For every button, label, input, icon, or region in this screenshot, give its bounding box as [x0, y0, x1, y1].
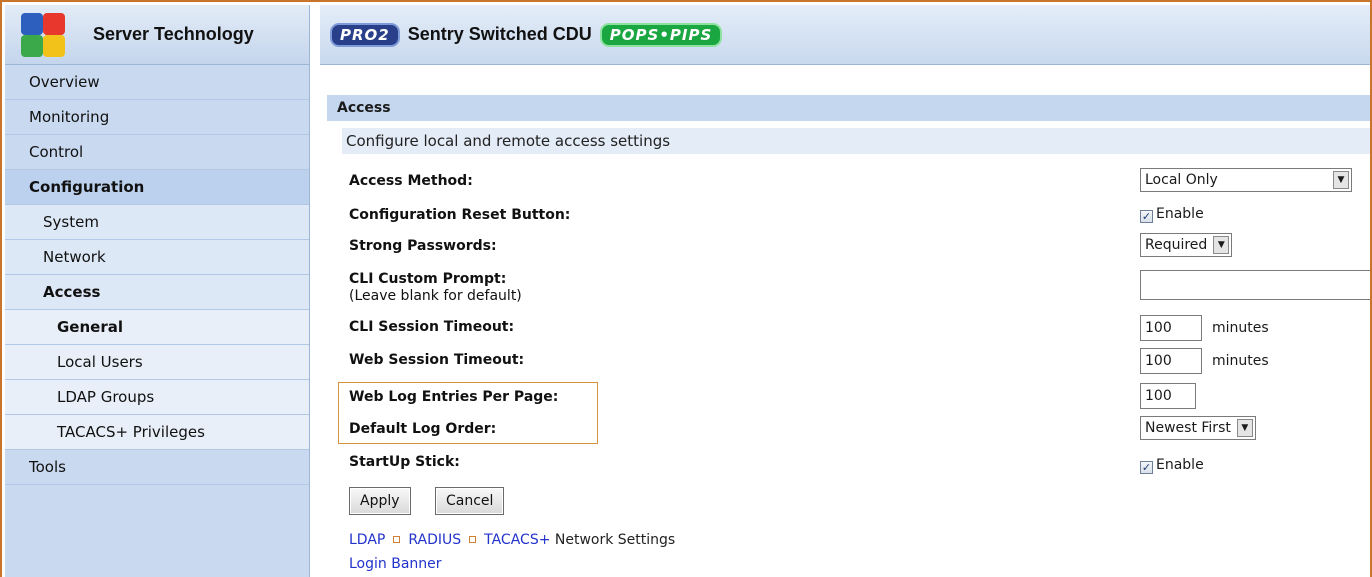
web-log-entries-input[interactable]: 100: [1140, 383, 1196, 409]
brand-header: Server Technology: [5, 5, 309, 65]
sidebar-item-local-users[interactable]: Local Users: [5, 345, 309, 380]
chevron-down-icon: ▼: [1333, 171, 1349, 189]
sidebar-item-network[interactable]: Network: [5, 240, 309, 275]
section-title: Access: [327, 95, 1370, 121]
pops-pips-badge: POPS•PIPS: [599, 22, 723, 47]
sidebar: Server Technology Overview Monitoring Co…: [5, 5, 310, 577]
sidebar-item-tools[interactable]: Tools: [5, 450, 309, 485]
separator-icon: [393, 536, 401, 543]
server-technology-logo: [21, 11, 73, 59]
cli-prompt-label: CLI Custom Prompt:: [349, 271, 507, 287]
radius-link[interactable]: RADIUS: [408, 532, 461, 548]
web-timeout-group: 100 minutes: [1140, 348, 1269, 374]
section-subtitle: Configure local and remote access settin…: [342, 128, 1370, 154]
default-log-order-select[interactable]: Newest First ▼: [1140, 416, 1256, 440]
web-timeout-input[interactable]: 100: [1140, 348, 1202, 374]
config-reset-label: Configuration Reset Button:: [349, 207, 571, 223]
sidebar-item-control[interactable]: Control: [5, 135, 309, 170]
config-reset-checkbox-group: ✓ Enable: [1140, 206, 1204, 223]
web-timeout-label: Web Session Timeout:: [349, 352, 525, 368]
cli-prompt-label-group: CLI Custom Prompt: (Leave blank for defa…: [349, 271, 522, 304]
cli-timeout-group: 100 minutes: [1140, 315, 1269, 341]
sidebar-item-tacacs-privileges[interactable]: TACACS+ Privileges: [5, 415, 309, 450]
startup-stick-checkbox-group: ✓ Enable: [1140, 457, 1204, 474]
sidebar-nav: Overview Monitoring Control Configuratio…: [5, 65, 309, 485]
apply-button[interactable]: Apply: [349, 487, 411, 515]
brand-name: Server Technology: [93, 24, 254, 44]
login-banner-link[interactable]: Login Banner: [349, 556, 442, 572]
web-timeout-unit: minutes: [1212, 353, 1269, 369]
network-settings-text: Network Settings: [550, 532, 676, 548]
cli-prompt-input[interactable]: [1140, 270, 1370, 300]
cli-timeout-label: CLI Session Timeout:: [349, 319, 515, 335]
ldap-link[interactable]: LDAP: [349, 532, 385, 548]
cli-timeout-unit: minutes: [1212, 320, 1269, 336]
config-reset-option: Enable: [1156, 206, 1204, 222]
default-log-order-value: Newest First: [1145, 420, 1231, 436]
sidebar-item-access[interactable]: Access: [5, 275, 309, 310]
config-reset-checkbox[interactable]: ✓: [1140, 210, 1153, 223]
access-method-value: Local Only: [1145, 172, 1218, 188]
startup-stick-option: Enable: [1156, 457, 1204, 473]
strong-passwords-value: Required: [1145, 237, 1208, 253]
separator-icon: [469, 536, 477, 543]
sidebar-item-general[interactable]: General: [5, 310, 309, 345]
cli-prompt-input-wrap: [1140, 270, 1370, 300]
chevron-down-icon: ▼: [1213, 236, 1230, 254]
strong-passwords-select[interactable]: Required ▼: [1140, 233, 1233, 257]
cli-prompt-hint: (Leave blank for default): [349, 288, 522, 304]
access-method-select[interactable]: Local Only ▼: [1140, 168, 1352, 192]
startup-stick-label: StartUp Stick:: [349, 454, 460, 470]
cancel-button[interactable]: Cancel: [435, 487, 505, 515]
strong-passwords-label: Strong Passwords:: [349, 238, 497, 254]
pro2-badge: PRO2: [330, 22, 400, 47]
sidebar-item-ldap-groups[interactable]: LDAP Groups: [5, 380, 309, 415]
network-settings-links: LDAP RADIUS TACACS+ Network Settings: [349, 532, 675, 548]
sidebar-item-system[interactable]: System: [5, 205, 309, 240]
startup-stick-checkbox[interactable]: ✓: [1140, 461, 1153, 474]
product-title: Sentry Switched CDU: [407, 24, 592, 44]
access-method-label: Access Method:: [349, 173, 473, 189]
product-header: PRO2 Sentry Switched CDU POPS•PIPS: [320, 5, 1370, 65]
sidebar-item-overview[interactable]: Overview: [5, 65, 309, 100]
web-log-entries-group: 100: [1140, 383, 1196, 409]
chevron-down-icon: ▼: [1236, 419, 1253, 437]
sidebar-item-configuration[interactable]: Configuration: [5, 170, 309, 205]
sidebar-item-monitoring[interactable]: Monitoring: [5, 100, 309, 135]
app-frame: Server Technology Overview Monitoring Co…: [0, 0, 1372, 577]
tacacs-link[interactable]: TACACS+: [484, 532, 550, 548]
cli-timeout-input[interactable]: 100: [1140, 315, 1202, 341]
highlight-box: [338, 382, 598, 444]
